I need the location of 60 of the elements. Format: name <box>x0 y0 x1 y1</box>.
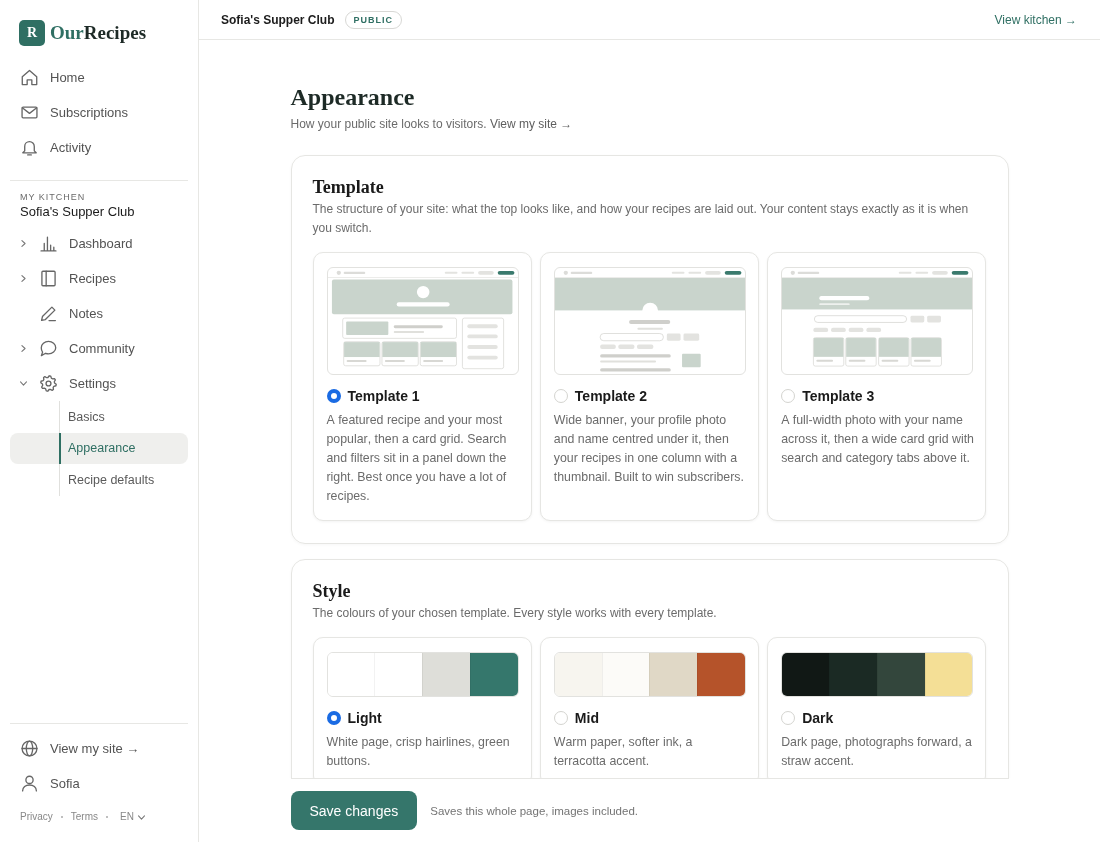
globe-icon <box>21 740 38 757</box>
option-title: Light <box>347 710 382 726</box>
style-option-card[interactable]: Light White page, crisp hairlines, green buttons. <box>312 637 532 778</box>
nav-item[interactable]: Community <box>10 331 188 366</box>
template-option-card[interactable]: Template 2 Wide banner, your profile photo and name centred under it, then your recipes in one column with a thumbnail. Built to win subscribers. <box>539 252 760 521</box>
section-description: The structure of your site: what the top looks like, and how your recipes are laid out. Your content stays exactly as it is when you switch. <box>312 201 970 237</box>
site-title: Sofia's Supper Club <box>221 12 335 27</box>
style-option-card[interactable]: Dark Dark page, photographs forward, a straw accent. <box>767 637 987 778</box>
option-title: Template 1 <box>347 388 420 404</box>
nav-subitem[interactable]: Appearance <box>10 432 188 464</box>
pencil-icon <box>40 305 57 322</box>
page-title: Appearance <box>290 83 416 112</box>
option-description: Wide banner, your profile photo and name centred under it, then your recipes in one column with a thumbnail. Built to win subscribers. <box>553 412 745 486</box>
nav-item[interactable]: Subscriptions <box>10 95 188 130</box>
option-title: Mid <box>574 710 599 726</box>
nav-item[interactable]: Sofia <box>10 766 188 801</box>
caret-icon <box>137 813 145 821</box>
radio-button[interactable] <box>326 389 341 403</box>
kitchen-name: Sofia's Supper Club <box>19 204 136 220</box>
nav-item[interactable]: Notes <box>10 296 188 331</box>
option-description: A featured recipe and your most popular, then a card grid. Search and filters sit in a panel down the right. Best once you have a lot of recipes. <box>326 412 508 505</box>
bar-chart-icon <box>40 235 57 252</box>
nav-item[interactable]: Dashboard <box>10 226 188 261</box>
language-button[interactable]: EN <box>116 811 145 823</box>
option-description: A full-width photo with your name across it, then a wide card grid with search and category tabs above it. <box>781 412 975 467</box>
option-description: Warm paper, softer ink, a terracotta accent. <box>553 734 694 770</box>
mail-icon <box>21 104 38 121</box>
book-icon <box>40 270 57 287</box>
brand-name: OurRecipes <box>50 21 147 45</box>
page-subtitle: How your public site looks to visitors. View my site → <box>290 116 574 132</box>
save-button[interactable]: Save changes <box>290 791 418 830</box>
option-description: White page, crisp hairlines, green buttons. <box>326 734 511 770</box>
section-label: MY KITCHEN <box>19 191 87 203</box>
option-title: Template 3 <box>802 388 875 404</box>
radio-button[interactable] <box>326 711 341 725</box>
logo-tile: R <box>19 20 45 46</box>
option-title: Dark <box>802 710 834 726</box>
section-title: Style <box>312 580 352 602</box>
style-option-card[interactable]: Mid Warm paper, softer ink, a terracotta accent. <box>539 637 760 778</box>
option-title: Template 2 <box>574 388 647 404</box>
settings-icon <box>40 375 57 392</box>
nav-item[interactable]: Activity <box>10 130 188 165</box>
save-note: Saves this whole page, images included. <box>430 804 638 817</box>
nav-item[interactable]: Home <box>10 60 188 95</box>
home-icon <box>21 69 38 86</box>
view-kitchen-link[interactable]: View kitchen → <box>994 12 1077 27</box>
section-title: Template <box>312 176 385 198</box>
user-icon <box>21 775 38 792</box>
option-description: Dark page, photographs forward, a straw accent. <box>781 734 973 770</box>
template-option-card[interactable]: Template 1 A featured recipe and your most popular, then a card grid. Search and filters sit in a panel down the right. Best once you have a lot of recipes. <box>312 252 532 521</box>
nav-item[interactable]: Recipes <box>10 261 188 296</box>
bell-icon <box>21 139 38 156</box>
footer-link[interactable]: Privacy <box>20 811 53 823</box>
view-site-link[interactable]: View my site → <box>489 117 573 131</box>
nav-item[interactable]: View my site → <box>10 731 188 766</box>
footer-link[interactable]: Terms <box>70 811 99 823</box>
section-description: The colours of your chosen template. Every style works with every template. <box>312 605 718 622</box>
speech-bubble-icon <box>40 340 57 357</box>
nav-item[interactable]: Settings <box>10 366 188 401</box>
template-option-card[interactable]: Template 3 A full-width photo with your name across it, then a wide card grid with search and category tabs above it. <box>767 252 987 521</box>
